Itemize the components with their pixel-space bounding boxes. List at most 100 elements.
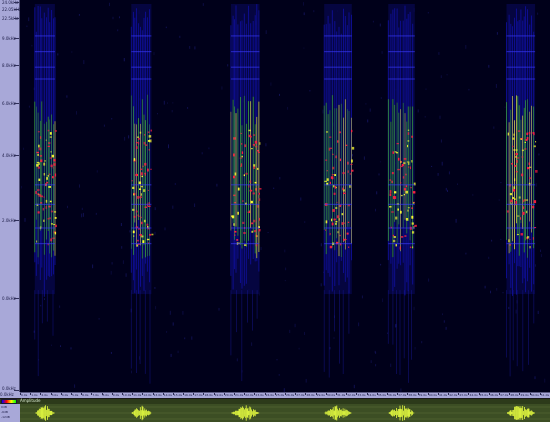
noise-speck <box>169 310 171 315</box>
burst-hotspot <box>234 234 236 236</box>
noise-speck <box>303 2 304 6</box>
formant-stripe <box>230 51 260 53</box>
noise-speck <box>496 288 498 291</box>
formant-stripe <box>324 227 352 229</box>
burst-hotspot <box>52 237 55 239</box>
burst-hotspot <box>139 196 142 198</box>
burst-hotspot <box>337 231 339 234</box>
burst-hotspot <box>253 166 256 169</box>
formant-stripe <box>34 184 55 186</box>
formant-stripe <box>388 227 415 229</box>
waveform-view[interactable] <box>20 404 550 422</box>
burst-hotspot <box>335 221 338 223</box>
burst-hotspot <box>140 193 142 196</box>
noise-speck <box>202 3 204 6</box>
noise-speck <box>443 320 445 323</box>
burst-hotspot <box>256 167 259 170</box>
burst-hotspot <box>54 231 57 235</box>
burst-hotspot <box>347 161 349 165</box>
formant-stripe <box>131 35 152 37</box>
waveform-canvas[interactable] <box>20 404 550 422</box>
burst-hotspot <box>249 189 253 192</box>
burst-hotspot <box>141 235 144 238</box>
burst-hotspot <box>392 239 396 243</box>
noise-speck <box>417 109 419 113</box>
noise-speck <box>379 161 381 163</box>
burst-hotspot <box>339 234 341 237</box>
burst-hotspot <box>515 201 517 204</box>
formant-stripe <box>34 227 55 229</box>
noise-speck <box>236 358 238 362</box>
burst-hotspot <box>349 173 352 175</box>
burst-hotspot <box>405 173 407 176</box>
noise-speck <box>168 144 169 149</box>
noise-speck <box>191 336 193 340</box>
noise-speck <box>218 307 220 311</box>
burst-hotspot <box>45 139 47 141</box>
noise-speck <box>92 264 94 269</box>
formant-stripe <box>324 203 352 205</box>
burst-hotspot <box>147 131 150 134</box>
burst-hotspot <box>37 211 40 214</box>
noise-speck <box>265 143 267 147</box>
formant-stripe <box>388 35 415 37</box>
burst-hotspot <box>139 188 142 190</box>
noise-speck <box>441 161 443 166</box>
noise-speck <box>129 230 131 233</box>
noise-speck <box>279 93 280 96</box>
burst-hotspot <box>140 185 143 188</box>
burst-hotspot <box>406 161 410 163</box>
spectrogram-view[interactable] <box>20 0 550 392</box>
burst-hotspot <box>48 173 51 175</box>
noise-speck <box>369 108 371 112</box>
burst-hotspot <box>411 160 413 163</box>
burst-hotspot <box>144 162 147 166</box>
noise-speck <box>154 207 156 211</box>
frequency-tick <box>14 8 19 10</box>
burst-hotspot <box>234 230 237 233</box>
burst-hotspot <box>42 207 45 211</box>
burst-hotspot <box>48 186 51 188</box>
noise-speck <box>78 14 80 16</box>
burst-hotspot <box>231 215 234 218</box>
noise-speck <box>95 212 97 215</box>
burst-hotspot <box>401 164 404 167</box>
burst-hotspot <box>49 217 51 220</box>
burst-hotspot <box>43 173 46 176</box>
noise-speck <box>276 359 278 361</box>
noise-speck <box>121 246 123 249</box>
noise-speck <box>165 26 167 29</box>
burst-hotspot <box>407 209 409 212</box>
burst-hotspot <box>339 131 341 134</box>
burst-hotspot <box>526 236 530 239</box>
spectrogram-canvas[interactable] <box>20 0 550 392</box>
burst-hotspot <box>389 190 392 194</box>
noise-speck <box>122 260 124 264</box>
noise-speck <box>298 347 300 350</box>
frequency-ruler[interactable]: 24.0kHz 22.05kHz 22.5kHz 9.0kHz 8.0kHz 6.0kHz… <box>0 0 21 392</box>
noise-speck <box>76 111 77 115</box>
burst-hotspot <box>513 133 515 136</box>
burst-hotspot <box>233 223 235 226</box>
burst-hotspot <box>403 188 407 191</box>
burst-hotspot <box>533 200 537 204</box>
formant-stripe <box>131 203 152 205</box>
burst-hotspot <box>252 192 255 195</box>
burst-hotspot <box>143 141 146 145</box>
formant-stripe <box>506 51 536 53</box>
noise-speck <box>166 331 168 333</box>
burst-hotspot <box>254 143 256 147</box>
noise-speck <box>182 311 184 315</box>
noise-speck <box>540 254 542 258</box>
burst-hotspot <box>242 200 244 202</box>
noise-speck <box>167 102 168 104</box>
burst-hotspot <box>38 178 41 181</box>
noise-speck <box>390 363 392 367</box>
noise-speck <box>67 205 68 209</box>
burst-hotspot <box>535 141 537 143</box>
burst-hotspot <box>412 191 416 194</box>
burst-hotspot <box>241 143 243 145</box>
burst-hotspot <box>411 231 415 234</box>
noise-speck <box>414 347 416 350</box>
noise-speck <box>427 12 429 14</box>
